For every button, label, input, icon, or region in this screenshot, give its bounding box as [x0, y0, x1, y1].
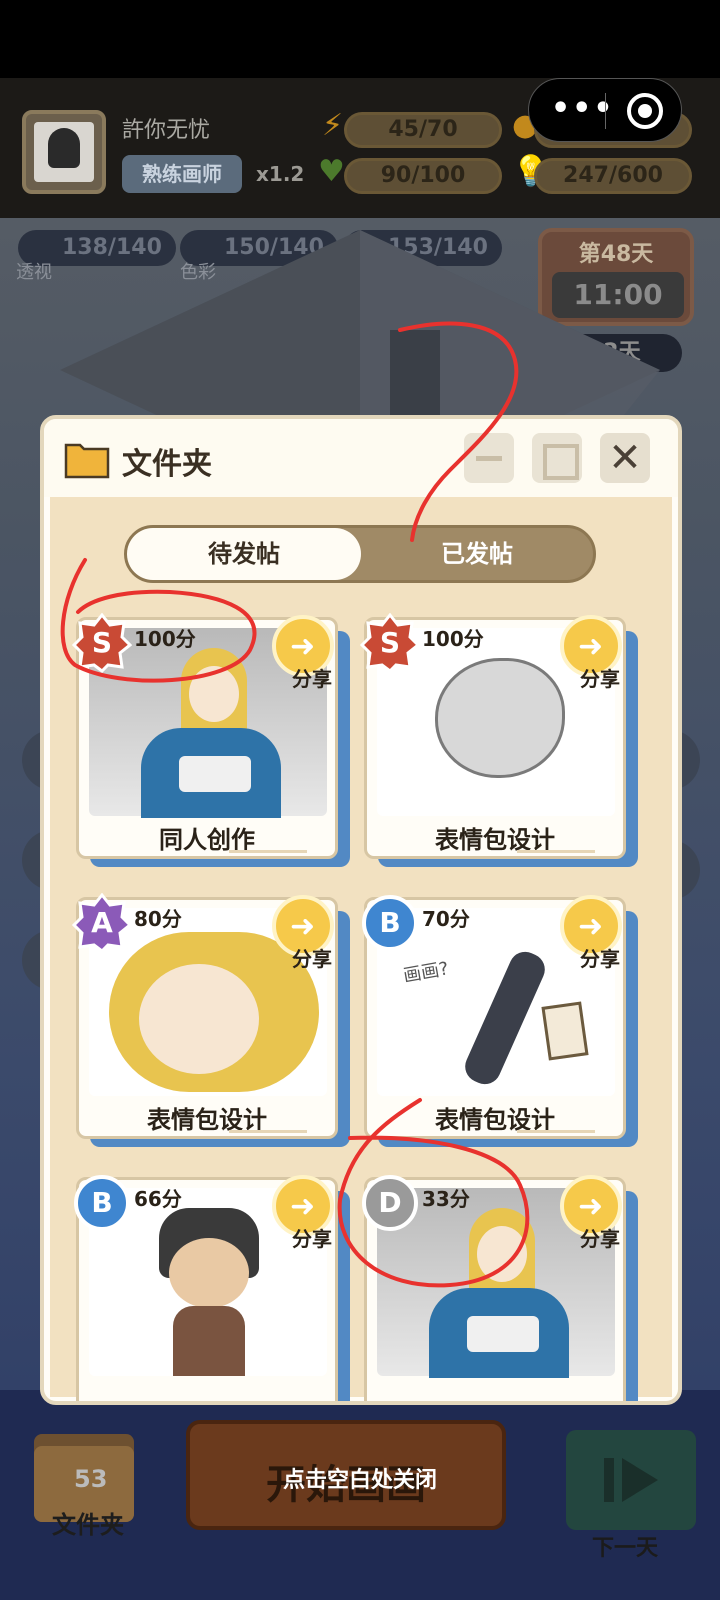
share-arrow-icon: ➜	[578, 909, 604, 944]
artwork-caption: 画画?	[401, 958, 451, 987]
artwork-card[interactable]: B 66分 ➜ 分享	[74, 1175, 350, 1401]
next-day-label: 下一天	[592, 1536, 659, 1561]
share-label: 分享	[580, 667, 620, 691]
minimize-button[interactable]	[464, 433, 514, 483]
figure-chest	[179, 756, 251, 792]
dialog-body: 待发帖 已发帖 同人创作 S 100分 ➜ 分享 表情包设计 S 100分 ➜ …	[50, 497, 672, 1401]
pen-character	[460, 946, 550, 1090]
paper-ball-character	[435, 658, 565, 778]
health-value: 90/100	[380, 163, 466, 188]
card-score: 70分	[422, 907, 470, 931]
heart-icon: ♥	[318, 154, 345, 189]
status-bar	[0, 0, 720, 78]
energy-value: 45/70	[388, 117, 458, 142]
player-name: 許你无忧	[122, 118, 211, 143]
share-arrow-icon: ➜	[578, 1189, 604, 1224]
menu-divider	[605, 93, 606, 129]
avatar-portrait	[34, 122, 94, 182]
close-button[interactable]: ✕	[600, 433, 650, 483]
avatar[interactable]	[22, 110, 106, 194]
share-label: 分享	[292, 667, 332, 691]
share-arrow-icon: ➜	[290, 1189, 316, 1224]
health-bar: 90/100	[344, 158, 502, 194]
folder-dialog: 文件夹 ✕ 待发帖 已发帖 同人创作 S 100分 ➜ 分享 表情包设计 S 1…	[40, 415, 682, 1405]
figure-face	[477, 1226, 527, 1282]
figure-face	[139, 964, 259, 1074]
grade-label: D	[378, 1186, 402, 1219]
close-icon: ✕	[608, 435, 642, 481]
share-arrow-icon: ➜	[578, 629, 604, 664]
artwork-card[interactable]: D 33分 ➜ 分享	[362, 1175, 638, 1401]
artwork-card[interactable]: 表情包设计 S 100分 ➜ 分享	[360, 613, 638, 867]
card-decoration	[517, 1130, 595, 1133]
artwork-card[interactable]: 画画? 表情包设计 B 70分 ➜ 分享	[362, 895, 638, 1147]
dialog-header: 文件夹 ✕	[44, 419, 678, 497]
avatar-hair	[48, 128, 80, 168]
grade-label: S	[379, 626, 401, 659]
paper-sheet	[541, 1001, 589, 1061]
multiplier: x1.2	[256, 162, 305, 186]
lightning-icon: ⚡	[322, 108, 344, 143]
card-score: 100分	[422, 627, 484, 651]
ideas-value: 247/600	[563, 163, 663, 188]
share-label: 分享	[292, 947, 332, 971]
card-score: 80分	[134, 907, 182, 931]
share-arrow-icon: ➜	[290, 629, 316, 664]
card-decoration	[229, 850, 307, 853]
folder-label: 文件夹	[52, 1511, 124, 1539]
share-label: 分享	[580, 1227, 620, 1251]
figure-face	[169, 1238, 249, 1308]
folder-icon	[64, 443, 110, 479]
card-score: 100分	[134, 627, 196, 651]
figure-face	[189, 666, 239, 722]
ideas-bar: 247/600	[534, 158, 692, 194]
card-decoration	[517, 850, 595, 853]
energy-bar: 45/70	[344, 112, 502, 148]
share-label: 分享	[580, 947, 620, 971]
post-tabs: 待发帖 已发帖	[124, 525, 596, 583]
artwork-card[interactable]: 表情包设计 A 80分 ➜ 分享	[72, 893, 350, 1147]
figure-body	[173, 1306, 245, 1376]
close-miniprogram-icon[interactable]	[627, 93, 663, 129]
card-score: 66分	[134, 1187, 182, 1211]
rank-badge: 熟练画师	[122, 155, 242, 193]
grade-label: B	[379, 906, 401, 939]
miniprogram-menu: •••	[528, 78, 682, 142]
artwork-card[interactable]: 同人创作 S 100分 ➜ 分享	[72, 613, 350, 867]
grade-label: S	[91, 626, 113, 659]
dialog-title: 文件夹	[122, 447, 212, 482]
next-day-icon	[604, 1458, 658, 1502]
figure-chest	[467, 1316, 539, 1352]
share-label: 分享	[292, 1227, 332, 1251]
grade-label: A	[91, 906, 113, 939]
card-decoration	[229, 1130, 307, 1133]
grade-label: B	[91, 1186, 113, 1219]
tab-pending[interactable]: 待发帖	[127, 528, 361, 580]
tab-posted[interactable]: 已发帖	[361, 528, 593, 580]
next-day-button[interactable]	[566, 1430, 696, 1530]
card-score: 33分	[422, 1187, 470, 1211]
maximize-button[interactable]	[532, 433, 582, 483]
skill-perspective-label: 透视	[16, 262, 52, 283]
share-arrow-icon: ➜	[290, 909, 316, 944]
